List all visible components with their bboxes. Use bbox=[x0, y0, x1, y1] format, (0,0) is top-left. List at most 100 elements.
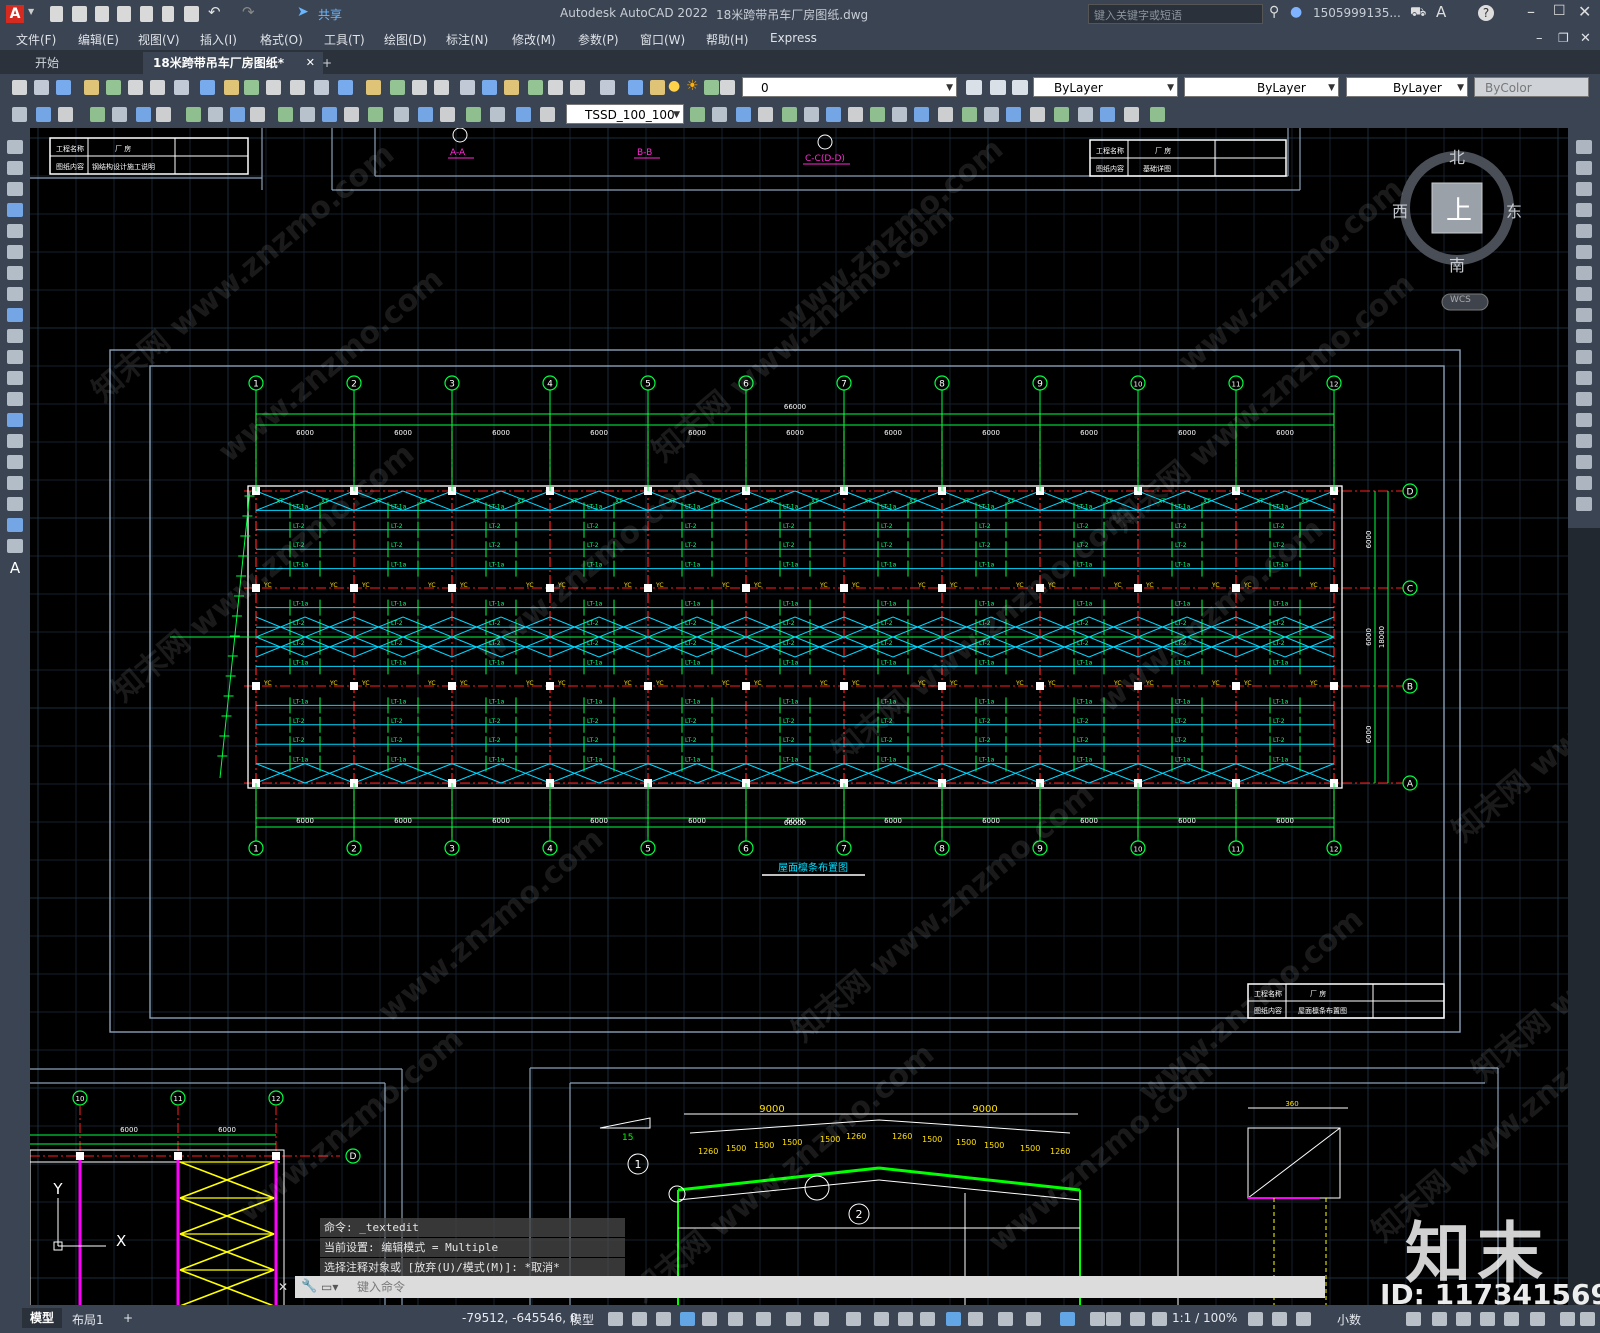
toolbar-tool-icon[interactable] bbox=[174, 80, 189, 95]
toolbar-tool-icon[interactable] bbox=[650, 80, 665, 95]
right-tool-icon[interactable] bbox=[1576, 140, 1592, 154]
right-tool-icon[interactable] bbox=[1576, 371, 1592, 385]
toolbar-tool-icon[interactable] bbox=[250, 107, 265, 122]
toolbar-tool-icon[interactable] bbox=[870, 107, 885, 122]
units-readout[interactable]: 小数 bbox=[1337, 1311, 1361, 1328]
right-tool-icon[interactable] bbox=[1576, 329, 1592, 343]
status-toggle-icon[interactable] bbox=[1248, 1312, 1263, 1326]
toolbar-tool-icon[interactable] bbox=[112, 107, 127, 122]
toolbar-tool-icon[interactable] bbox=[244, 80, 259, 95]
model-space-button[interactable]: 模型 bbox=[570, 1311, 594, 1328]
right-tool-icon[interactable] bbox=[1576, 266, 1592, 280]
toolbar-tool-icon[interactable] bbox=[200, 80, 215, 95]
toolbar-tool-icon[interactable] bbox=[516, 107, 531, 122]
toolbar-tool-icon[interactable] bbox=[90, 107, 105, 122]
status-toggle-icon[interactable] bbox=[1432, 1312, 1447, 1326]
toolbar-tool-icon[interactable] bbox=[366, 80, 381, 95]
right-tool-icon[interactable] bbox=[1576, 497, 1592, 511]
menu-view[interactable]: 视图(V) bbox=[138, 31, 180, 48]
toolbar-tool-icon[interactable] bbox=[460, 80, 475, 95]
web-icon[interactable] bbox=[140, 6, 153, 22]
menu-edit[interactable]: 编辑(E) bbox=[78, 31, 119, 48]
print-icon[interactable] bbox=[184, 6, 199, 22]
left-tool-icon[interactable] bbox=[7, 539, 23, 553]
menu-file[interactable]: 文件(F) bbox=[16, 31, 56, 48]
status-toggle-icon[interactable] bbox=[1152, 1312, 1167, 1326]
status-toggle-icon[interactable] bbox=[898, 1312, 913, 1326]
status-toggle-icon[interactable] bbox=[846, 1312, 861, 1326]
search-input[interactable]: 键入关键字或短语 bbox=[1088, 4, 1263, 24]
toolbar-tool-icon[interactable] bbox=[156, 107, 171, 122]
toolbar-tool-icon[interactable] bbox=[826, 107, 841, 122]
status-toggle-icon[interactable] bbox=[874, 1312, 889, 1326]
status-toggle-icon[interactable] bbox=[1090, 1312, 1105, 1326]
left-tool-icon[interactable] bbox=[7, 497, 23, 511]
open-icon[interactable] bbox=[72, 6, 87, 22]
tab-add-button[interactable]: + bbox=[312, 52, 342, 74]
toolbar-tool-icon[interactable] bbox=[12, 107, 27, 122]
left-tool-icon[interactable] bbox=[7, 434, 23, 448]
toolbar-tool-icon[interactable] bbox=[712, 107, 727, 122]
status-toggle-icon[interactable] bbox=[1504, 1312, 1519, 1326]
left-tool-icon[interactable] bbox=[7, 308, 23, 322]
toolbar-tool-icon[interactable] bbox=[390, 80, 405, 95]
toolbar-tool-icon[interactable] bbox=[548, 80, 563, 95]
right-tool-icon[interactable] bbox=[1576, 413, 1592, 427]
menu-insert[interactable]: 插入(I) bbox=[200, 31, 237, 48]
toolbar-tool-icon[interactable] bbox=[540, 107, 555, 122]
undo-icon[interactable]: ↶ bbox=[208, 3, 221, 21]
plotstyle-dropdown[interactable]: ByColor bbox=[1474, 77, 1589, 97]
app-menu-arrow-icon[interactable]: ▼ bbox=[28, 7, 34, 16]
left-tool-icon[interactable] bbox=[7, 203, 23, 217]
left-tool-icon[interactable] bbox=[7, 455, 23, 469]
menu-tools[interactable]: 工具(T) bbox=[324, 31, 365, 48]
linetype-dropdown[interactable]: ByLayer ▼ bbox=[1184, 77, 1339, 97]
doc-close-icon[interactable]: ✕ bbox=[1580, 31, 1591, 46]
status-toggle-icon[interactable] bbox=[1272, 1312, 1287, 1326]
tab-model[interactable]: 模型 bbox=[22, 1308, 62, 1328]
left-tool-icon[interactable] bbox=[7, 287, 23, 301]
close-icon[interactable]: ✕ bbox=[1578, 2, 1591, 21]
tab-layout1[interactable]: 布局1 bbox=[72, 1311, 104, 1328]
toolbar-tool-icon[interactable] bbox=[418, 107, 433, 122]
toolbar-tool-icon[interactable] bbox=[224, 80, 239, 95]
lightbulb-icon[interactable]: ● bbox=[668, 78, 680, 94]
left-tool-icon[interactable] bbox=[7, 371, 23, 385]
tab-start[interactable]: 开始 bbox=[25, 52, 69, 74]
toolbar-tool-icon[interactable] bbox=[736, 107, 751, 122]
toolbar-tool-icon[interactable] bbox=[186, 107, 201, 122]
dimstyle-dropdown[interactable]: TSSD_100_100 ▼ bbox=[566, 104, 684, 124]
toolbar-tool-icon[interactable] bbox=[434, 80, 449, 95]
status-toggle-icon[interactable] bbox=[998, 1312, 1013, 1326]
status-toggle-icon[interactable] bbox=[814, 1312, 829, 1326]
left-tool-icon[interactable] bbox=[7, 161, 23, 175]
saveas-icon[interactable] bbox=[117, 6, 131, 22]
toolbar-tool-icon[interactable] bbox=[208, 107, 223, 122]
toolbar-tool-icon[interactable] bbox=[338, 80, 353, 95]
layer-tool-icon[interactable] bbox=[966, 80, 982, 95]
status-toggle-icon[interactable] bbox=[632, 1312, 647, 1326]
right-tool-icon[interactable] bbox=[1576, 392, 1592, 406]
right-tool-icon[interactable] bbox=[1576, 161, 1592, 175]
menu-draw[interactable]: 绘图(D) bbox=[384, 31, 427, 48]
layer-tool-icon[interactable] bbox=[990, 80, 1006, 95]
right-tool-icon[interactable] bbox=[1576, 350, 1592, 364]
status-toggle-icon[interactable] bbox=[1060, 1312, 1075, 1326]
status-toggle-icon[interactable] bbox=[656, 1312, 671, 1326]
toolbar-tool-icon[interactable] bbox=[704, 80, 719, 95]
color-dropdown[interactable]: ByLayer ▼ bbox=[1033, 77, 1178, 97]
toolbar-tool-icon[interactable] bbox=[278, 107, 293, 122]
toolbar-tool-icon[interactable] bbox=[322, 107, 337, 122]
coordinates-readout[interactable]: -79512, -645546, 0 bbox=[462, 1311, 578, 1325]
status-toggle-icon[interactable] bbox=[1026, 1312, 1041, 1326]
toolbar-tool-icon[interactable] bbox=[938, 107, 953, 122]
toolbar-tool-icon[interactable] bbox=[628, 80, 643, 95]
status-toggle-icon[interactable] bbox=[728, 1312, 743, 1326]
export-icon[interactable] bbox=[162, 6, 174, 22]
status-toggle-icon[interactable] bbox=[1530, 1312, 1545, 1326]
menu-help[interactable]: 帮助(H) bbox=[706, 31, 748, 48]
tab-add-layout[interactable]: + bbox=[123, 1311, 133, 1325]
autocad-logo-icon[interactable]: A bbox=[6, 5, 24, 23]
toolbar-tool-icon[interactable] bbox=[136, 107, 151, 122]
search-icon[interactable]: ⚲ bbox=[1269, 4, 1279, 20]
